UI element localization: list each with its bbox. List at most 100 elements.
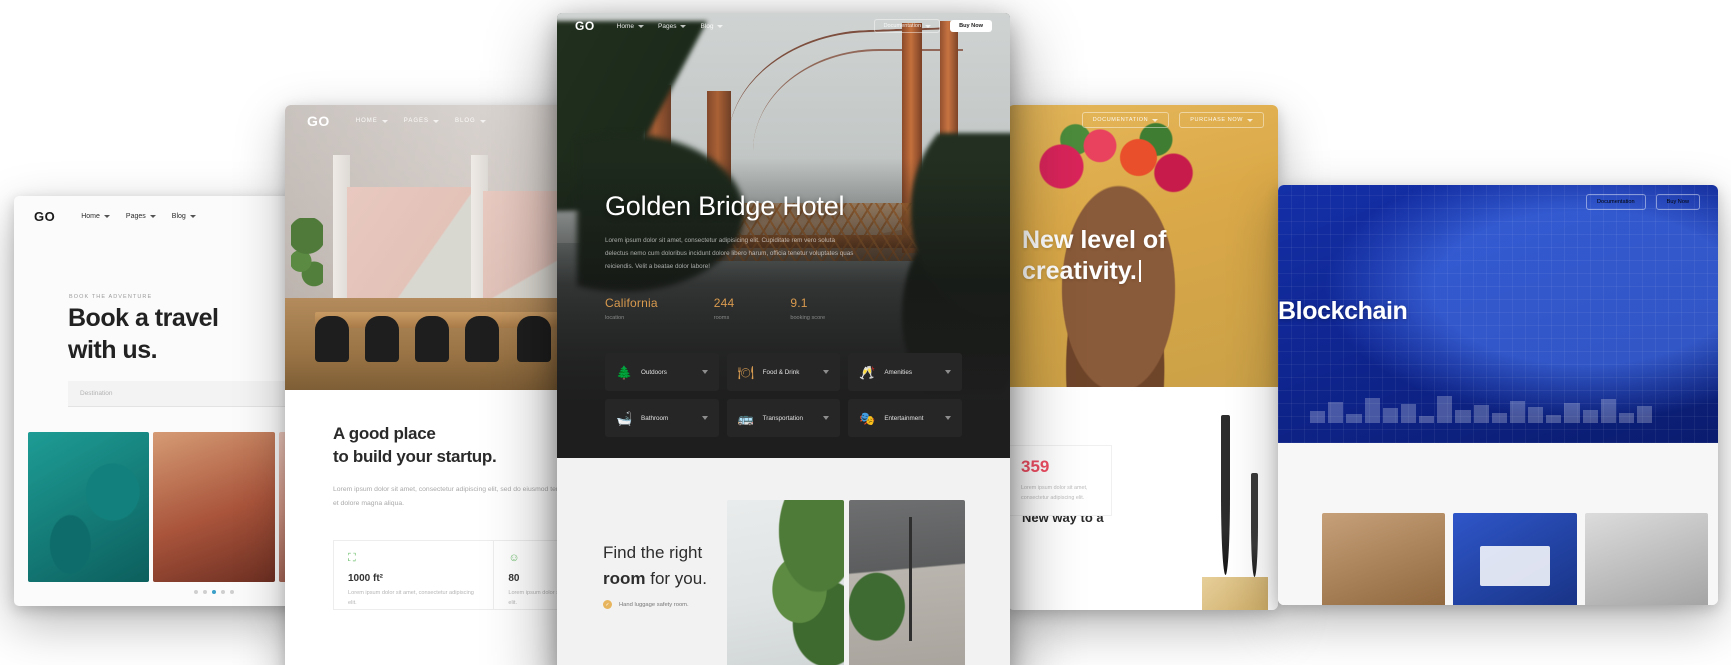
creative-hero-line2-text: creativity. [1022,256,1137,285]
creative-documentation-label: DOCUMENTATION [1092,117,1149,123]
creative-stat-number: 359 [1021,457,1050,476]
hotel-documentation-label: Documentation [883,23,922,29]
chevron-down-icon [433,119,440,123]
text-cursor-icon [1138,259,1141,282]
cowork-feature-desc: Lorem ipsum dolor sit amet, consectetur … [348,590,474,606]
travel-search-input[interactable]: Destination [68,390,113,397]
travel-nav-pages[interactable]: Pages [126,213,156,220]
accordion-food-drink-label: Food & Drink [762,368,800,376]
hotel-room-photo-wardrobe[interactable] [848,500,965,665]
cowork-nav-home[interactable]: HOME [356,118,388,124]
carousel-dot[interactable] [194,590,198,594]
hotel-nav-blog[interactable]: Blog [700,22,724,30]
carousel-dot[interactable] [221,590,225,594]
accordion-food-drink[interactable]: 🍽 Food & Drink [726,353,841,391]
accordion-transportation[interactable]: 🚌 Transportation [726,399,841,437]
creative-purchase-button[interactable]: PURCHASE NOW [1179,112,1264,128]
cowork-navlinks: HOME PAGES BLOG [356,118,486,124]
chevron-down-icon [638,24,645,28]
screenshot-stage: GO Home Pages Blog BOOK THE ADVENTURE Bo… [0,0,1731,665]
chevron-down-icon[interactable] [944,370,951,374]
chevron-down-icon[interactable] [944,416,951,420]
hotel-room-feature-label: Hand luggage safety room. [619,601,689,608]
cowork-section-title-line2: to build your startup. [333,446,497,466]
chevron-down-icon [717,24,724,28]
hotel-nav-blog-label: Blog [700,22,714,30]
hotel-nav-actions: Documentation Buy Now [874,19,992,33]
travel-navbar: GO Home Pages Blog [14,196,414,236]
cowork-nav-home-label: HOME [355,118,378,124]
carousel-dot[interactable] [230,590,234,594]
chevron-down-icon[interactable] [701,416,708,420]
carousel-dot-active[interactable] [212,590,216,594]
accordion-bathroom-label: Bathroom [641,414,669,422]
hotel-room-feature: ✓ Hand luggage safety room. [603,600,689,609]
decor-chair [415,316,449,362]
chevron-down-icon [1152,118,1159,122]
hotel-buy-now-button[interactable]: Buy Now [950,20,992,32]
food-tray-icon: 🍽 [737,364,755,380]
hotel-stat-score-label: booking score [790,314,826,321]
cowork-nav-blog[interactable]: BLOG [455,118,486,124]
cowork-section-title: A good place to build your startup. [333,423,497,469]
travel-nav-home[interactable]: Home [81,213,110,220]
accordion-outdoors[interactable]: 🌲 Outdoors [605,353,719,391]
hotel-nav-pages[interactable]: Pages [658,22,687,30]
cowork-logo[interactable]: GO [307,113,330,129]
chain-tile-gray [1584,513,1708,605]
chevron-down-icon[interactable] [701,370,708,374]
travel-thumb-canyon[interactable] [153,432,275,582]
travel-headline-line2: with us. [68,336,158,364]
accordion-amenities-label: Amenities [884,368,912,376]
travel-thumb-palm[interactable] [28,432,150,582]
template-preview-blockchain[interactable]: Documentation Buy Now Blockchain [1278,185,1718,605]
cowork-nav-pages-label: PAGES [403,118,430,124]
carousel-dot[interactable] [203,590,207,594]
creative-purchase-label: PURCHASE NOW [1190,117,1243,123]
bus-icon: 🚌 [737,410,754,426]
chain-navbar: Documentation Buy Now [1278,185,1718,219]
chain-buy-button[interactable]: Buy Now [1655,194,1700,210]
travel-kicker: BOOK THE ADVENTURE [69,294,153,300]
hotel-stat-score: 9.1 booking score [790,296,825,321]
travel-logo[interactable]: GO [34,209,55,224]
accordion-entertainment[interactable]: 🎭 Entertainment [848,399,962,437]
chain-documentation-button[interactable]: Documentation [1585,194,1646,210]
hotel-stat-location: California location [605,296,658,321]
travel-nav-blog-label: Blog [171,212,186,220]
chevron-down-icon [149,214,156,218]
chain-tile-wood [1322,513,1446,605]
chevron-down-icon[interactable] [823,416,830,420]
chain-section [1278,443,1718,605]
hotel-stat-rooms-value: 244 [713,295,735,310]
hotel-room-title-line2: room for you. [603,566,707,592]
hotel-stat-location-value: California [605,295,658,310]
hotel-stat-score-value: 9.1 [790,295,808,310]
creative-stat-box: 359 Lorem ipsum dolor sit amet, consecte… [1008,445,1112,516]
hotel-room-gallery [727,500,965,665]
template-preview-creativity[interactable]: DOCUMENTATION PURCHASE NOW New level of … [1008,105,1278,610]
creative-documentation-button[interactable]: DOCUMENTATION [1081,112,1170,128]
chain-buy-label: Buy Now [1666,199,1689,205]
hotel-nav-home[interactable]: Home [617,23,645,30]
chain-tile-row [1322,513,1708,605]
cowork-feature-value: 1000 ft² [348,573,384,584]
trees-icon: 🌲 [616,364,633,380]
chevron-down-icon [381,119,388,123]
cowork-nav-pages[interactable]: PAGES [403,118,440,124]
chevron-down-icon [925,24,932,28]
chevron-down-icon [479,119,486,123]
hotel-logo[interactable]: GO [575,19,595,33]
hotel-nav-pages-label: Pages [658,22,677,30]
chain-hero-title: Blockchain [1278,297,1408,325]
cowork-section-title-line1: A good place [333,424,436,443]
decor-chair [517,316,551,362]
hotel-room-photo-plant[interactable] [727,500,844,665]
accordion-amenities[interactable]: 🥂 Amenities [848,353,962,391]
chevron-down-icon[interactable] [823,370,830,374]
hotel-documentation-button[interactable]: Documentation [874,19,941,33]
template-preview-hotel[interactable]: GO Home Pages Blog Documentation Buy Now… [557,13,1010,665]
accordion-bathroom[interactable]: 🛁 Bathroom [605,399,719,437]
check-badge-icon: ✓ [603,600,612,609]
travel-nav-blog[interactable]: Blog [172,213,196,220]
